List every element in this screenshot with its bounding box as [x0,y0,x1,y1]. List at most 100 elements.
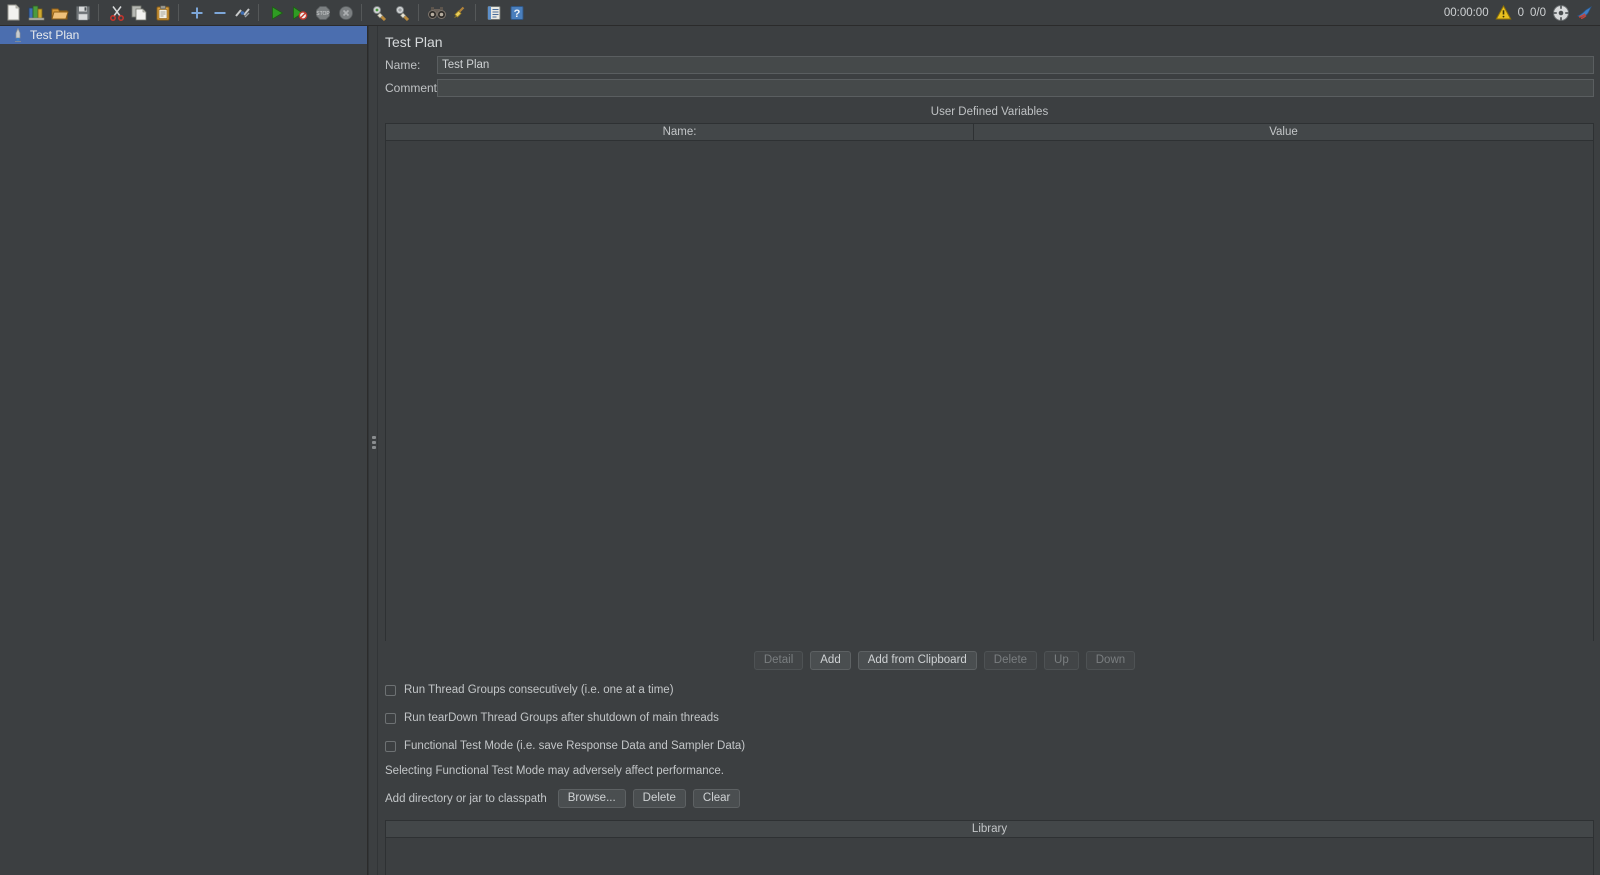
name-input[interactable] [437,56,1594,74]
cut-icon [109,5,125,21]
start-no-pauses-button[interactable] [289,2,310,23]
variables-button-bar: Detail Add Add from Clipboard Delete Up … [379,651,1600,670]
templates-button[interactable] [26,2,47,23]
column-header-name[interactable]: Name: [386,124,974,140]
function-helper-button[interactable] [483,2,504,23]
test-plan-editor-panel: Test Plan Name: Comments: User Defined V… [379,26,1600,875]
warning-count-label: 0 [1517,6,1524,19]
toolbar-separator-5 [418,4,419,21]
new-icon [5,4,22,21]
main-split-pane: Test Plan Test Plan Name: Comments: User… [0,26,1600,875]
svg-text:?: ? [513,8,520,20]
stop-button[interactable]: STOP [312,2,333,23]
test-plan-tree[interactable]: Test Plan [0,26,368,875]
column-header-value[interactable]: Value [974,124,1593,140]
name-field-row: Name: [379,56,1600,74]
add-from-clipboard-button[interactable]: Add from Clipboard [857,651,977,670]
delete-variable-button[interactable]: Delete [983,651,1038,670]
page-title: Test Plan [385,34,443,50]
thread-count-label: 0/0 [1530,6,1546,19]
main-toolbar: STOP ? 00:00:00 0 0/0 [0,0,1600,26]
detail-button[interactable]: Detail [753,651,804,670]
toolbar-separator-3 [258,4,259,21]
comments-field-row: Comments: [379,79,1600,97]
library-column-header[interactable]: Library [386,821,1593,838]
table-header-row: Name: Value [386,124,1593,141]
comments-input[interactable] [437,79,1594,97]
splitter-grip[interactable] [372,436,376,451]
toggle-button[interactable] [232,2,253,23]
table-body[interactable] [386,141,1593,641]
run-teardown-row[interactable]: Run tearDown Thread Groups after shutdow… [379,710,1600,726]
toolbar-group-clear [366,2,414,23]
classpath-label: Add directory or jar to classpath [385,792,547,805]
pane-splitter[interactable] [368,26,378,875]
toolbar-separator-2 [178,4,179,21]
help-question-icon: ? [509,5,525,21]
clear-all-icon [394,5,412,21]
search-binoculars-icon [427,5,446,21]
new-button[interactable] [3,2,24,23]
user-defined-variables-title: User Defined Variables [930,106,1049,118]
sidebar-item-test-plan[interactable]: Test Plan [0,26,367,44]
clear-all-button[interactable] [392,2,413,23]
reset-search-broom-icon [452,5,468,21]
help-button[interactable]: ? [506,2,527,23]
functional-test-mode-label: Functional Test Mode (i.e. save Response… [404,740,746,752]
expand-all-plus-icon [189,5,205,21]
toggle-icon [234,5,252,21]
toolbar-separator-4 [361,4,362,21]
move-down-button[interactable]: Down [1085,651,1136,670]
start-button[interactable] [266,2,287,23]
toolbar-status-area: 00:00:00 0 0/0 [1444,4,1600,22]
delete-classpath-button[interactable]: Delete [632,789,686,808]
toolbar-group-search [423,2,471,23]
start-no-pauses-icon [291,5,308,21]
collapse-all-button[interactable] [209,2,230,23]
search-button[interactable] [426,2,447,23]
add-button[interactable]: Add [810,651,851,670]
clear-button[interactable] [369,2,390,23]
save-button[interactable] [72,2,93,23]
toolbar-group-file [0,2,94,23]
paste-icon [155,4,171,21]
functional-test-mode-checkbox[interactable] [385,740,396,752]
move-up-button[interactable]: Up [1044,651,1079,670]
run-consecutively-checkbox[interactable] [385,684,396,696]
elapsed-time-label: 00:00:00 [1443,6,1489,19]
user-defined-variables-table[interactable]: Name: Value [385,123,1594,641]
toolbar-group-help: ? [480,2,528,23]
save-floppy-icon [75,5,91,21]
connections-icon[interactable] [1552,4,1570,22]
browse-button[interactable]: Browse... [557,789,626,808]
clear-classpath-button[interactable]: Clear [692,789,741,808]
start-play-icon [269,5,285,21]
comments-label: Comments: [385,81,447,95]
cut-button[interactable] [106,2,127,23]
toolbar-group-edit [103,2,174,23]
jmeter-logo-icon[interactable] [1576,5,1594,21]
warning-triangle-icon[interactable] [1495,5,1512,20]
reset-search-button[interactable] [449,2,470,23]
functional-test-mode-row[interactable]: Functional Test Mode (i.e. save Response… [379,738,1600,754]
copy-button[interactable] [129,2,150,23]
expand-all-button[interactable] [186,2,207,23]
run-consecutively-label: Run Thread Groups consecutively (i.e. on… [404,684,674,696]
shutdown-button[interactable] [335,2,356,23]
functional-mode-note: Selecting Functional Test Mode may adver… [385,765,724,777]
library-table[interactable]: Library [385,820,1594,875]
collapse-all-minus-icon [212,5,228,21]
shutdown-icon [338,5,354,21]
clear-icon [371,5,389,21]
open-button[interactable] [49,2,70,23]
copy-icon [131,5,148,21]
library-table-body[interactable] [386,838,1593,875]
toolbar-group-run: STOP [263,2,357,23]
function-helper-icon [486,5,502,21]
toolbar-separator-6 [475,4,476,21]
run-consecutively-row[interactable]: Run Thread Groups consecutively (i.e. on… [379,682,1600,698]
open-folder-icon [50,5,69,21]
stop-icon: STOP [315,5,331,21]
run-teardown-checkbox[interactable] [385,712,396,724]
paste-button[interactable] [152,2,173,23]
